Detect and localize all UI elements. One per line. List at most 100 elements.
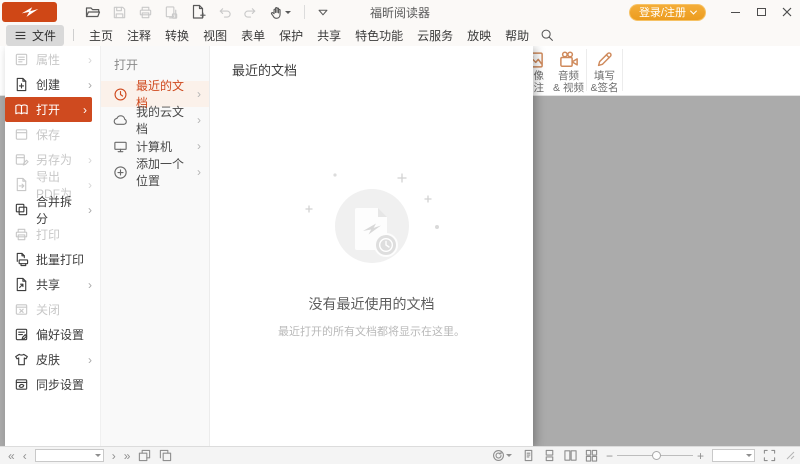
prev-view-button[interactable] <box>138 449 151 462</box>
hand-tool-button[interactable] <box>269 5 293 20</box>
first-page-button[interactable]: « <box>8 450 15 462</box>
chevron-down-icon <box>285 11 291 17</box>
zoom-in-button[interactable]: + <box>697 450 704 462</box>
sidebar-item-label: 皮肤 <box>36 351 60 368</box>
continuous-page-button[interactable] <box>543 449 556 462</box>
sidebar-item-open[interactable]: 打开› <box>5 97 92 122</box>
undo-icon <box>217 5 232 20</box>
close-doc-icon <box>14 302 29 317</box>
next-view-button[interactable] <box>159 449 172 462</box>
new-document-button[interactable] <box>190 4 206 20</box>
chevron-right-icon: › <box>197 89 209 99</box>
tab-comment[interactable]: 注释 <box>120 24 158 47</box>
continuous-page-icon <box>543 449 556 462</box>
skin-icon <box>14 352 29 367</box>
sidebar-item-preferences[interactable]: 偏好设置 <box>5 322 100 347</box>
page-number-input[interactable] <box>36 450 94 461</box>
cloud-icon <box>113 113 128 128</box>
redo-button[interactable] <box>243 5 258 20</box>
place-item-add-a-place[interactable]: 添加一个位置› <box>101 159 209 185</box>
tab-view[interactable]: 视图 <box>196 24 234 47</box>
video-camera-icon <box>559 49 579 70</box>
menu-bar: 文件 主页注释转换视图表单保护共享特色功能云服务放映帮助 <box>0 24 800 46</box>
sidebar-item-properties[interactable]: 属性› <box>5 47 100 72</box>
ribbon-group-audio-video[interactable]: 音频 & 视频 <box>551 46 586 94</box>
close-icon <box>782 7 792 17</box>
export-pdf-icon <box>14 177 29 192</box>
zoom-out-button[interactable]: − <box>606 450 613 462</box>
minimize-icon <box>731 12 740 13</box>
properties-icon <box>14 52 29 67</box>
chevron-right-icon: › <box>88 180 100 190</box>
sidebar-item-sync-settings[interactable]: 同步设置 <box>5 372 100 397</box>
chevron-right-icon: › <box>88 155 100 165</box>
zoom-level-box <box>712 449 755 462</box>
rotate-view-button[interactable] <box>492 449 514 462</box>
close-button[interactable] <box>774 2 800 22</box>
search-button[interactable] <box>540 28 554 42</box>
sidebar-item-create[interactable]: 创建› <box>5 72 100 97</box>
facing-page-button[interactable] <box>564 449 577 462</box>
file-menu-sidebar: 属性›创建›打开›保存另存为›导出PDF为›合并拆分›打印批量打印共享›关闭偏好… <box>5 46 100 446</box>
ribbon-group-fill-sign[interactable]: 填写 &签名 <box>587 46 622 94</box>
create-icon <box>14 77 29 92</box>
chevron-down-icon[interactable] <box>95 454 101 460</box>
tab-protect[interactable]: 保护 <box>272 24 310 47</box>
file-menu-label: 文件 <box>32 27 56 44</box>
sidebar-item-save[interactable]: 保存 <box>5 122 100 147</box>
zoom-slider-track[interactable] <box>617 455 693 456</box>
minimize-button[interactable] <box>722 2 748 22</box>
print-icon <box>14 227 29 242</box>
sidebar-item-share[interactable]: 共享› <box>5 272 100 297</box>
next-page-button[interactable]: › <box>112 450 116 462</box>
undo-button[interactable] <box>217 5 232 20</box>
zoom-slider-knob[interactable] <box>652 451 661 460</box>
facing-continuous-button[interactable] <box>585 449 598 462</box>
zoom-level-input[interactable] <box>713 450 745 461</box>
tab-form[interactable]: 表单 <box>234 24 272 47</box>
empty-state-caption: 最近打开的所有文档都将显示在这里。 <box>210 323 533 339</box>
copy-page-button[interactable] <box>164 5 179 20</box>
customize-toolbar-button[interactable] <box>316 5 330 19</box>
place-item-my-cloud-documents[interactable]: 我的云文档› <box>101 107 209 133</box>
open-file-button[interactable] <box>85 4 101 20</box>
sidebar-item-batch-print[interactable]: 批量打印 <box>5 247 100 272</box>
panel-title: 最近的文档 <box>210 46 533 79</box>
resize-grip[interactable] <box>786 451 795 460</box>
tab-presentation[interactable]: 放映 <box>460 24 498 47</box>
print-button[interactable] <box>138 5 153 20</box>
sidebar-item-print[interactable]: 打印 <box>5 222 100 247</box>
file-menu-button[interactable]: 文件 <box>6 25 64 46</box>
chevron-right-icon: › <box>88 80 100 90</box>
login-register-button[interactable]: 登录/注册 <box>629 4 706 21</box>
save-button[interactable] <box>112 5 127 20</box>
tab-cloud-service[interactable]: 云服务 <box>410 24 460 47</box>
sidebar-item-skin[interactable]: 皮肤› <box>5 347 100 372</box>
prev-page-button[interactable]: ‹ <box>23 450 27 462</box>
maximize-button[interactable] <box>748 2 774 22</box>
tab-share[interactable]: 共享 <box>310 24 348 47</box>
tab-special-features[interactable]: 特色功能 <box>348 24 410 47</box>
tab-home[interactable]: 主页 <box>82 24 120 47</box>
new-document-icon <box>190 4 206 20</box>
sidebar-item-label: 偏好设置 <box>36 326 84 343</box>
batch-print-icon <box>14 252 29 267</box>
menu-separator <box>73 29 74 41</box>
merge-split-icon <box>14 202 29 217</box>
customize-toolbar-icon <box>316 5 330 19</box>
pencil-icon <box>595 49 614 70</box>
last-page-button[interactable]: » <box>124 450 131 462</box>
sidebar-item-merge-split[interactable]: 合并拆分› <box>5 197 100 222</box>
single-page-button[interactable] <box>522 449 535 462</box>
fit-screen-button[interactable] <box>763 449 776 462</box>
recent-documents-panel: 最近的文档 <box>210 46 533 446</box>
ribbon-label-line: 音频 <box>558 70 579 82</box>
sidebar-item-label: 批量打印 <box>36 251 84 268</box>
sidebar-item-close[interactable]: 关闭 <box>5 297 100 322</box>
ribbon-label-line: & 视频 <box>553 82 584 94</box>
tab-help[interactable]: 帮助 <box>498 24 536 47</box>
menu-tabs: 主页注释转换视图表单保护共享特色功能云服务放映帮助 <box>82 24 536 47</box>
chevron-down-icon[interactable] <box>746 454 752 460</box>
tab-convert[interactable]: 转换 <box>158 24 196 47</box>
place-item-label: 计算机 <box>136 138 172 155</box>
